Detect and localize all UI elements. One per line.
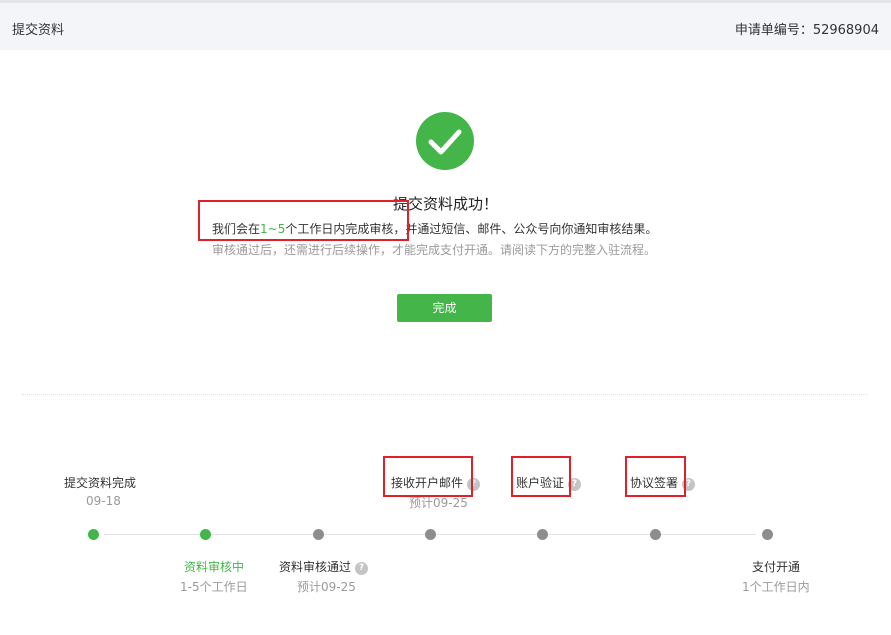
step-date-review-passed: 预计09-25 <box>297 580 356 594</box>
timeline-dot-receive-email <box>425 529 436 540</box>
timeline-dot-reviewing <box>200 529 211 540</box>
application-number: 申请单编号：52968904 <box>734 23 879 38</box>
step-label-submitted: 提交资料完成 <box>64 476 137 490</box>
timeline-dot-agreement <box>650 529 661 540</box>
top-bar: 提交资料 申请单编号：52968904 <box>0 0 891 50</box>
page-title: 提交资料 <box>12 23 65 38</box>
highlight-box-receive-email <box>383 456 473 497</box>
step-duration-payment-enabled: 1个工作日内 <box>742 580 810 594</box>
review-notice-suffix: ，并通过短信、邮件、公众号向你通知审核结果。 <box>393 222 658 236</box>
help-icon[interactable]: ? <box>355 562 369 575</box>
step-label-payment-enabled: 支付开通 <box>752 560 801 574</box>
step-label-review-passed: 资料审核通过? <box>279 558 369 575</box>
followup-notice: 审核通过后，还需进行后续操作，才能完成支付开通。请阅读下方的完整入驻流程。 <box>212 243 657 257</box>
success-title: 提交资料成功！ <box>392 195 498 213</box>
timeline-dot-submitted <box>88 529 99 540</box>
step-label-reviewing: 资料审核中 <box>184 560 245 574</box>
timeline-dot-review-passed <box>313 529 324 540</box>
success-check-icon <box>416 112 474 170</box>
highlight-box-review-days <box>198 200 409 241</box>
section-divider <box>22 394 868 395</box>
step-label-review-passed-text: 资料审核通过 <box>279 560 352 574</box>
timeline-dot-payment-enabled <box>762 529 773 540</box>
timeline-dot-account-verify <box>537 529 548 540</box>
highlight-box-agreement <box>625 456 686 497</box>
step-date-submitted: 09-18 <box>86 494 121 508</box>
step-duration-reviewing: 1-5个工作日 <box>180 580 248 594</box>
done-button[interactable]: 完成 <box>397 294 492 322</box>
highlight-box-account-verify <box>511 456 571 497</box>
